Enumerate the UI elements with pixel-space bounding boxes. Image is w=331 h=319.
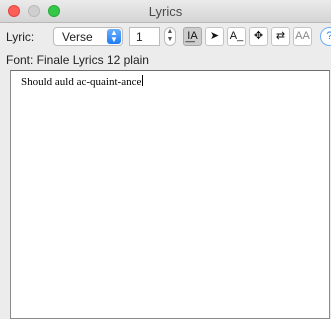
verse-number-field[interactable]: 1 — [129, 27, 160, 46]
lyrics-text[interactable]: Should auld ac-quaint-ance — [21, 75, 144, 88]
window-title: Lyrics — [148, 4, 183, 19]
click-assignment-tool[interactable]: I͟A — [183, 27, 202, 46]
selection-arrow-tool[interactable]: ➤ — [205, 27, 224, 46]
move-syllable-tool[interactable]: ✥ — [249, 27, 268, 46]
lyrics-toolbar: Lyric: Verse ▲▼ 1 ▲▼ I͟A ➤ A_ ✥ ⇄ AA ? — [0, 27, 331, 47]
text-caret — [142, 75, 144, 86]
font-info[interactable]: Font: Finale Lyrics 12 plain — [6, 53, 149, 67]
lyric-type-value: Verse — [62, 30, 93, 44]
help-button[interactable]: ? — [320, 27, 331, 46]
lyrics-text-content: Should auld ac-quaint-ance — [21, 76, 142, 88]
lyric-type-select[interactable]: Verse ▲ ▼ — [53, 27, 123, 46]
adjust-baseline-tool[interactable]: A_ — [227, 27, 246, 46]
verse-number-value: 1 — [136, 30, 143, 44]
select-arrows-icon: ▲ ▼ — [107, 29, 121, 44]
shift-lyrics-tool[interactable]: ⇄ — [271, 27, 290, 46]
edit-text-tool[interactable]: AA — [293, 27, 312, 46]
lyric-label: Lyric: — [6, 30, 35, 44]
title-bar[interactable]: Lyrics — [0, 0, 331, 23]
verse-number-stepper[interactable]: ▲ ▼ — [164, 27, 176, 46]
lyrics-editor[interactable]: Should auld ac-quaint-ance — [10, 70, 330, 319]
lyrics-window: Lyrics Lyric: Verse ▲ ▼ 1 ▲ ▼ I͟A ➤ A_ ✥ ⇄… — [0, 0, 331, 319]
